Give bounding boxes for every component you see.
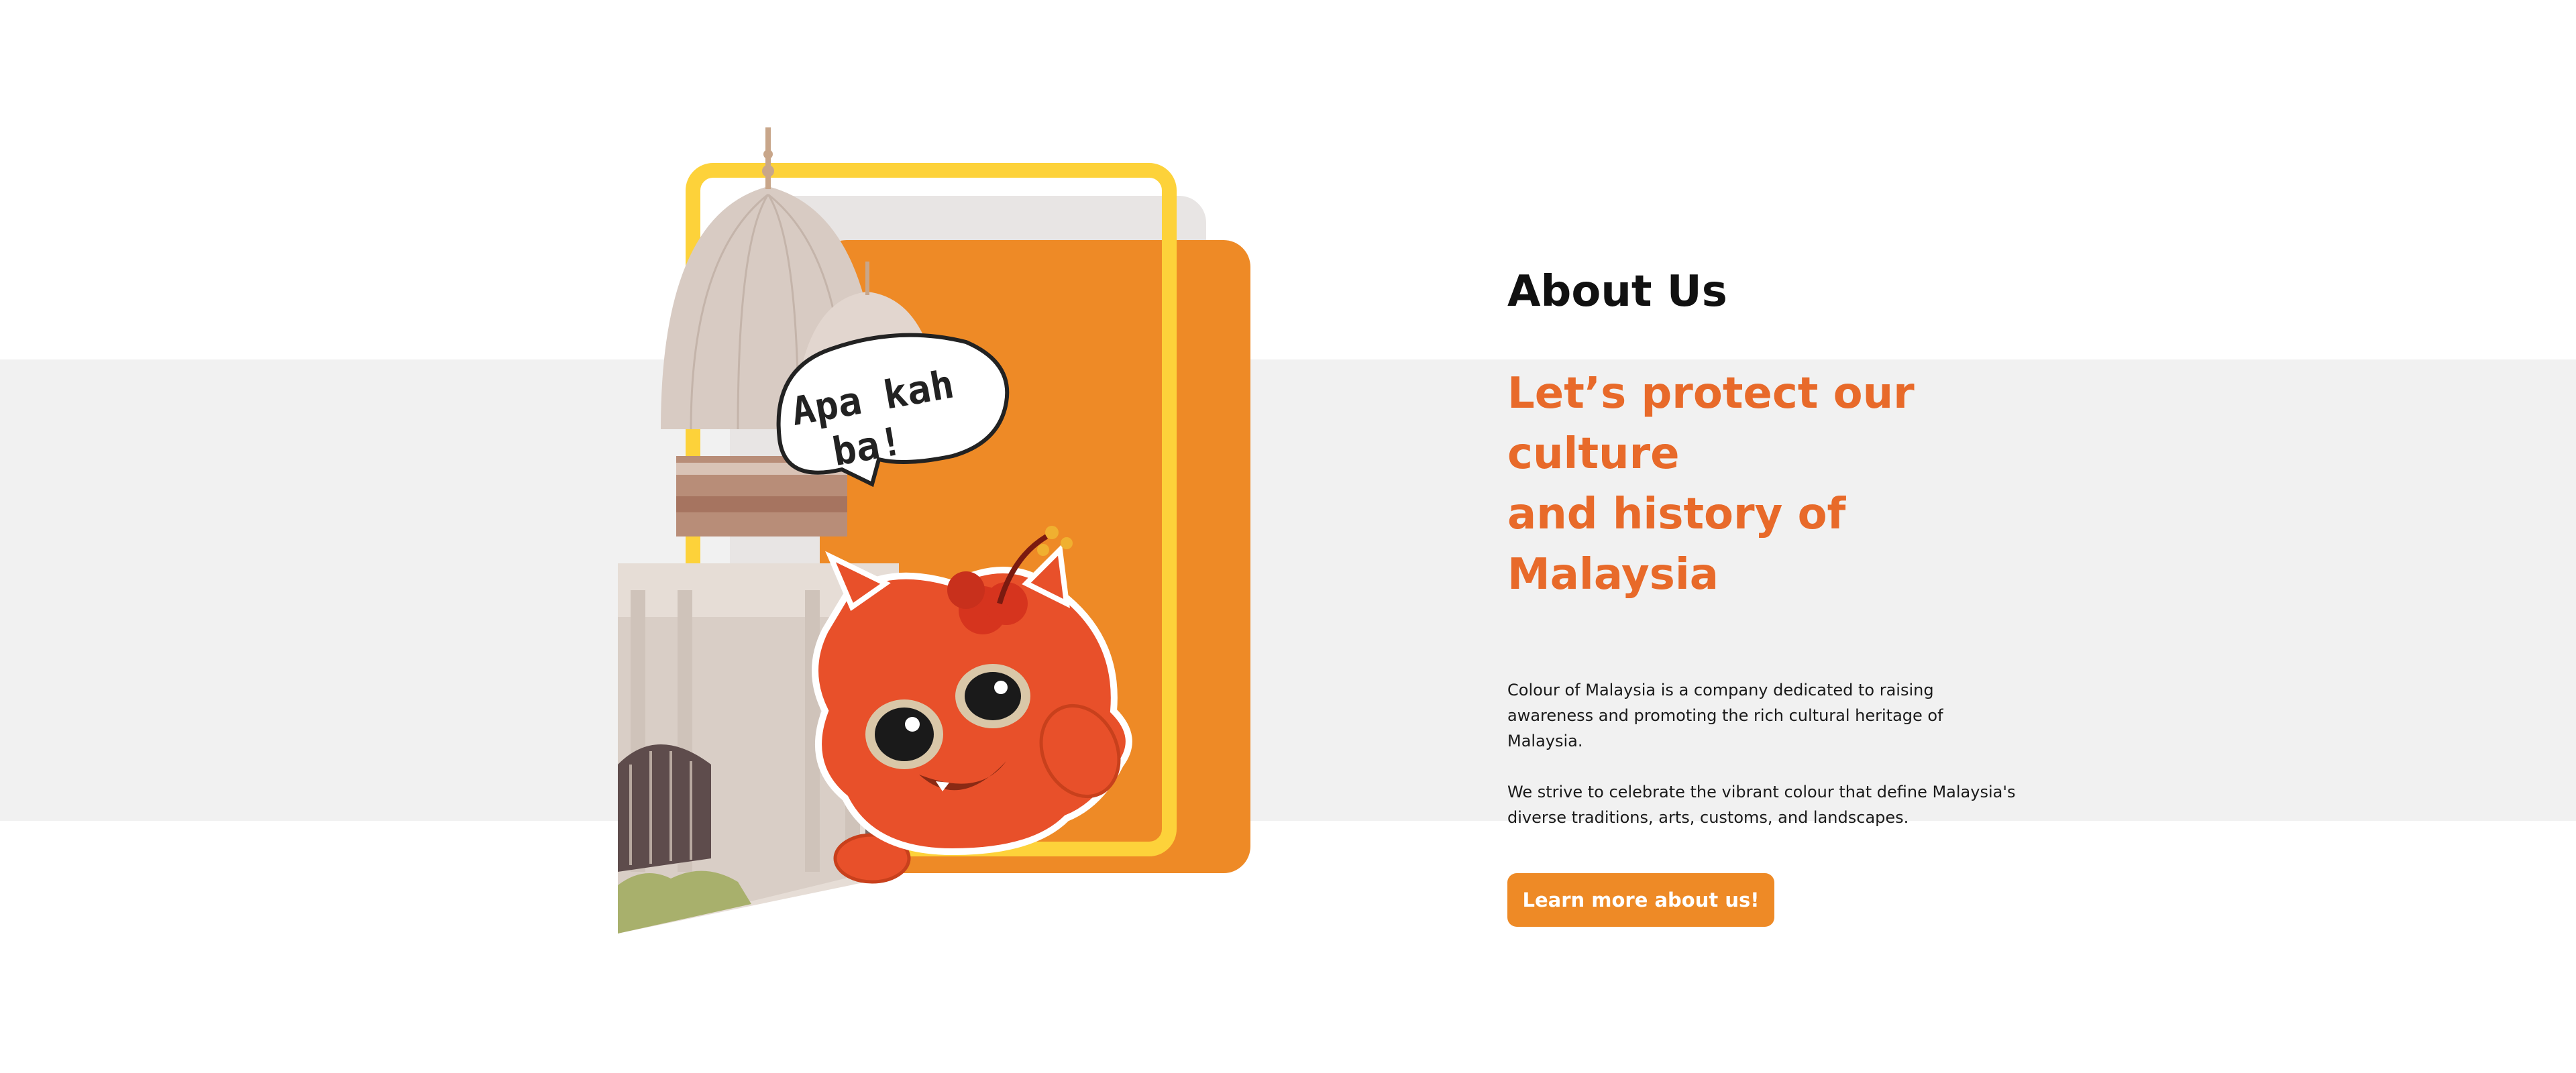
about-content: About Us Let’s protect our culture and h… — [1507, 262, 2017, 927]
about-illustration: Apa kah ba! — [604, 121, 1275, 952]
learn-more-button[interactable]: Learn more about us! — [1507, 873, 1774, 927]
about-heading: About Us — [1507, 267, 1727, 317]
tagline-line-1: Let’s protect our culture — [1507, 369, 1915, 479]
about-paragraph-1: Colour of Malaysia is a company dedicate… — [1507, 681, 1943, 750]
gray-band-background — [0, 359, 2576, 821]
tagline-line-2: and history of Malaysia — [1507, 490, 1846, 600]
about-paragraph-2: We strive to celebrate the vibrant colou… — [1507, 783, 2016, 827]
about-tagline: Let’s protect our culture and history of… — [1507, 363, 2017, 605]
